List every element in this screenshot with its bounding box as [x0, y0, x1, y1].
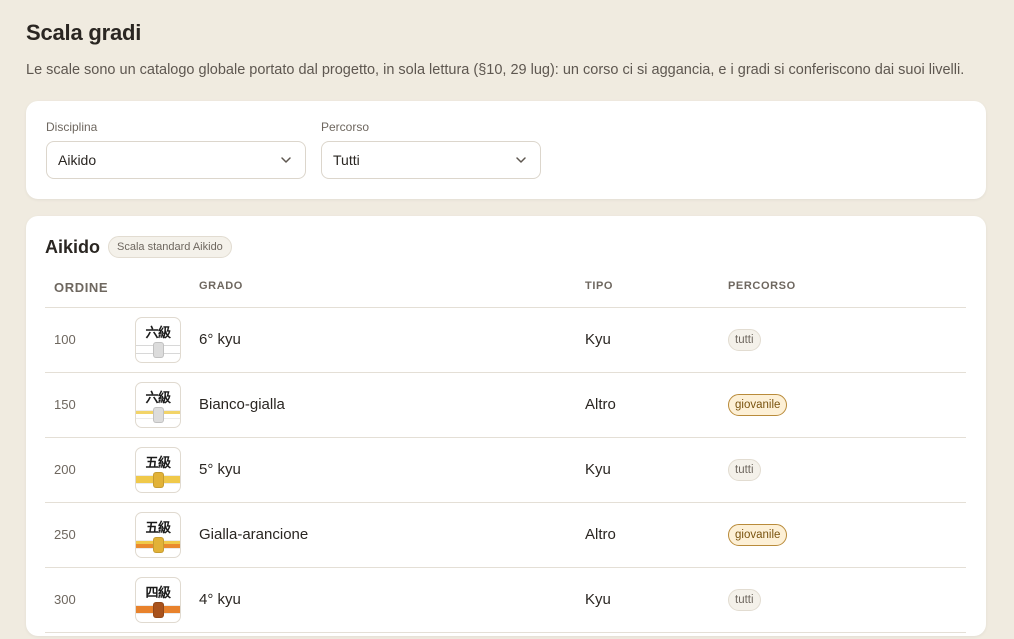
- chevron-down-icon: [516, 157, 526, 163]
- path-select[interactable]: Tutti: [321, 141, 541, 179]
- path-badge: tutti: [728, 588, 761, 611]
- row-order: 100: [45, 307, 135, 373]
- row-grade: Gialla-arancione: [199, 526, 309, 543]
- discipline-field: Disciplina Aikido: [46, 120, 306, 180]
- belt-icon: 六級: [135, 316, 181, 363]
- belt-knot: [153, 471, 164, 488]
- row-order: 250: [45, 502, 135, 568]
- row-grade: 6° kyu: [199, 331, 241, 348]
- row-grade: 5° kyu: [199, 461, 241, 478]
- path-badge: tutti: [728, 328, 761, 351]
- chevron-down-icon: [281, 157, 291, 163]
- belt-kanji: 六級: [145, 390, 171, 406]
- path-badge: giovanile: [728, 393, 788, 416]
- table-row[interactable]: 100 六級 6° kyu Kyu tutti: [45, 307, 966, 373]
- belt-knot: [153, 601, 164, 618]
- table-row[interactable]: 300 四級 4° kyu Kyu tutti: [45, 567, 966, 633]
- col-order: ORDINE: [45, 278, 135, 308]
- row-type: Altro: [585, 396, 616, 413]
- row-grade: Bianco-gialla: [199, 396, 285, 413]
- col-icon: [135, 278, 199, 308]
- col-grade: GRADO: [199, 278, 585, 308]
- col-type: TIPO: [585, 278, 728, 308]
- path-label: Percorso: [321, 120, 370, 134]
- belt-kanji: 六級: [145, 325, 171, 341]
- row-type: Kyu: [585, 591, 611, 608]
- grades-table: ORDINE GRADO TIPO PERCORSO 100 六級 6° kyu…: [45, 278, 966, 633]
- row-type: Kyu: [585, 331, 611, 348]
- page-title: Scala gradi: [26, 20, 142, 45]
- path-value: Tutti: [333, 152, 360, 168]
- row-type: Kyu: [585, 461, 611, 478]
- scale-badge: Scala standard Aikido: [108, 236, 232, 258]
- path-badge: giovanile: [728, 523, 788, 546]
- page: Scala gradi Le scale sono un catalogo gl…: [0, 0, 1014, 636]
- table-row[interactable]: 200 五級 5° kyu Kyu tutti: [45, 437, 966, 503]
- scale-header: Aikido Scala standard Aikido: [45, 236, 967, 258]
- path-field: Percorso Tutti: [321, 120, 541, 180]
- row-order: 200: [45, 437, 135, 503]
- row-order: 300: [45, 567, 135, 633]
- belt-kanji: 四級: [145, 585, 171, 601]
- discipline-label: Disciplina: [46, 120, 98, 134]
- belt-icon: 六級: [135, 381, 181, 428]
- belt-knot: [153, 406, 164, 423]
- page-description: Le scale sono un catalogo globale portat…: [26, 62, 965, 78]
- belt-knot: [153, 341, 164, 358]
- table-header-row: ORDINE GRADO TIPO PERCORSO: [45, 278, 966, 308]
- discipline-value: Aikido: [58, 152, 97, 168]
- row-order: 150: [45, 372, 135, 438]
- scale-card: Aikido Scala standard Aikido ORDINE GRAD…: [26, 216, 986, 636]
- table-row[interactable]: 250 五級 Gialla-arancione Altro giovanile: [45, 502, 966, 568]
- belt-knot: [153, 536, 164, 553]
- path-badge: tutti: [728, 458, 761, 481]
- belt-kanji: 五級: [145, 455, 171, 471]
- filters-card: Disciplina Aikido Percorso Tutti: [26, 101, 986, 199]
- row-grade: 4° kyu: [199, 591, 241, 608]
- discipline-select[interactable]: Aikido: [46, 141, 306, 179]
- scale-name: Aikido: [45, 236, 101, 257]
- grades-table-body: 100 六級 6° kyu Kyu tutti 150 六級 Bianco-gi…: [45, 307, 966, 633]
- belt-icon: 四級: [135, 576, 181, 623]
- table-row[interactable]: 150 六級 Bianco-gialla Altro giovanile: [45, 372, 966, 438]
- belt-icon: 五級: [135, 511, 181, 558]
- row-type: Altro: [585, 526, 616, 543]
- col-path: PERCORSO: [728, 278, 966, 308]
- belt-kanji: 五級: [145, 520, 171, 536]
- belt-icon: 五級: [135, 446, 181, 493]
